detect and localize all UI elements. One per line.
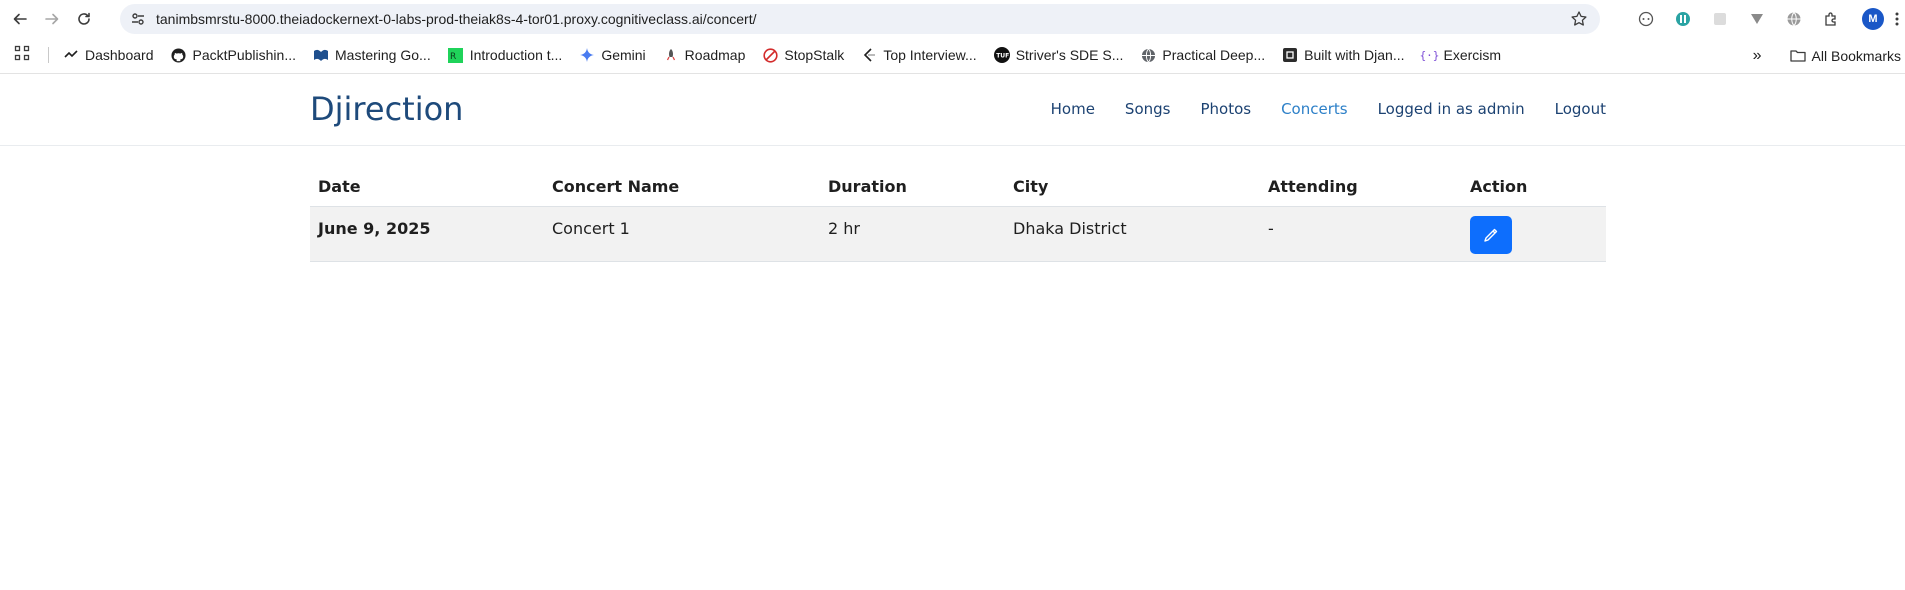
- bookmark-practical-deep[interactable]: Practical Deep...: [1140, 47, 1265, 63]
- bookmark-label: StopStalk: [784, 47, 845, 63]
- column-header-city: City: [1005, 168, 1260, 207]
- bookmarks-divider: [48, 47, 49, 63]
- nav-concerts[interactable]: Concerts: [1281, 100, 1348, 118]
- all-bookmarks-folder[interactable]: All Bookmarks: [1789, 47, 1901, 64]
- forward-arrow-icon[interactable]: [38, 5, 66, 33]
- book-icon: [313, 47, 329, 63]
- profile-avatar[interactable]: M: [1859, 5, 1887, 33]
- column-header-concert-name: Concert Name: [544, 168, 820, 207]
- leetcode-icon: [861, 47, 877, 63]
- all-bookmarks-label: All Bookmarks: [1811, 47, 1901, 64]
- bookmarks-bar: Dashboard PacktPublishin... Mastering Go…: [0, 37, 1905, 74]
- url-host: tanimbsmrstu-8000.theiadockernext-0-labs…: [156, 11, 703, 27]
- browser-toolbar: tanimbsmrstu-8000.theiadockernext-0-labs…: [0, 0, 1905, 37]
- bookmark-label: Gemini: [601, 47, 646, 63]
- concert-attending: -: [1260, 206, 1462, 262]
- extensions-puzzle-icon[interactable]: [1817, 5, 1845, 33]
- site-header: Djirection Home Songs Photos Concerts Lo…: [0, 74, 1905, 146]
- globe-icon: [1140, 47, 1156, 63]
- concerts-table-container: Date Concert Name Duration City Attendin…: [310, 168, 1606, 262]
- bookmark-star-icon[interactable]: [1570, 10, 1588, 28]
- browser-menu-icon[interactable]: [1889, 5, 1905, 33]
- url-path: /concert/: [702, 11, 757, 27]
- concert-duration: 2 hr: [820, 206, 1005, 262]
- bookmark-label: Top Interview...: [883, 47, 977, 63]
- bookmark-label: PacktPublishin...: [192, 47, 297, 63]
- site-info-icon[interactable]: [124, 5, 152, 33]
- github-icon: [171, 47, 187, 63]
- gemini-icon: [579, 47, 595, 63]
- reload-icon[interactable]: [70, 5, 98, 33]
- bookmark-exercism[interactable]: {·} Exercism: [1419, 47, 1502, 63]
- column-header-duration: Duration: [820, 168, 1005, 207]
- bookmark-label: Exercism: [1443, 47, 1502, 63]
- bookmark-top-interview[interactable]: Top Interview...: [861, 47, 977, 63]
- rocket-icon: [663, 47, 679, 63]
- bookmark-stopstalk[interactable]: StopStalk: [762, 47, 844, 63]
- bookmark-striver[interactable]: TUF Striver's SDE S...: [993, 47, 1124, 63]
- bookmarks-right: » All Bookmarks: [1753, 37, 1905, 74]
- folder-icon: [1789, 49, 1806, 63]
- avatar-letter: M: [1862, 8, 1884, 30]
- column-header-action: Action: [1462, 168, 1606, 207]
- bookmark-mastering-go[interactable]: Mastering Go...: [313, 47, 431, 63]
- back-arrow-icon[interactable]: [6, 5, 34, 33]
- concert-name: Concert 1: [544, 206, 820, 262]
- column-header-date: Date: [310, 168, 544, 207]
- concert-action-cell: [1462, 206, 1606, 262]
- nav-home[interactable]: Home: [1051, 100, 1095, 118]
- extensions-area: M: [1623, 5, 1905, 33]
- dashboard-icon: [63, 47, 79, 63]
- extension-v-icon[interactable]: [1743, 5, 1771, 33]
- tuf-icon: TUF: [993, 47, 1010, 63]
- address-bar[interactable]: tanimbsmrstu-8000.theiadockernext-0-labs…: [120, 4, 1600, 34]
- extension-teal-icon[interactable]: [1669, 5, 1697, 33]
- extension-dots-icon[interactable]: [1632, 5, 1660, 33]
- bookmark-built-with-django[interactable]: Built with Djan...: [1282, 47, 1405, 63]
- extension-globe-icon[interactable]: [1780, 5, 1808, 33]
- bookmark-label: Introduction t...: [469, 47, 563, 63]
- concerts-table: Date Concert Name Duration City Attendin…: [310, 168, 1606, 262]
- svg-text:R: R: [450, 52, 456, 62]
- bookmark-introduction[interactable]: R Introduction t...: [448, 47, 563, 63]
- bookmark-label: Roadmap: [684, 47, 746, 63]
- bookmark-gemini[interactable]: Gemini: [579, 47, 646, 63]
- bookmark-packt[interactable]: PacktPublishin...: [171, 47, 297, 63]
- main-menu: Home Songs Photos Concerts Logged in as …: [1021, 100, 1606, 118]
- nav-logout[interactable]: Logout: [1555, 100, 1606, 118]
- bookmark-dashboard[interactable]: Dashboard: [63, 47, 154, 63]
- bookmark-roadmap[interactable]: Roadmap: [663, 47, 746, 63]
- edit-concert-button[interactable]: [1470, 215, 1512, 254]
- bookmark-label: Mastering Go...: [335, 47, 431, 63]
- site-brand[interactable]: Djirection: [310, 90, 463, 128]
- pencil-icon: [1484, 228, 1498, 242]
- apps-grid-icon[interactable]: [14, 45, 34, 66]
- bookmark-label: Practical Deep...: [1162, 47, 1266, 63]
- bookmark-label: Dashboard: [85, 47, 154, 63]
- bookmark-label: Striver's SDE S...: [1015, 47, 1124, 63]
- svg-text:TUF: TUF: [996, 53, 1009, 60]
- stopstalk-icon: [762, 47, 778, 63]
- url-text: tanimbsmrstu-8000.theiadockernext-0-labs…: [156, 11, 756, 27]
- concert-date: June 9, 2025: [310, 206, 544, 262]
- extension-square-icon[interactable]: [1706, 5, 1734, 33]
- more-bookmarks-chevron-icon[interactable]: »: [1753, 47, 1762, 65]
- bookmark-label: Built with Djan...: [1304, 47, 1405, 63]
- concert-city: Dhaka District: [1005, 206, 1260, 262]
- column-header-attending: Attending: [1260, 168, 1462, 207]
- nav-songs[interactable]: Songs: [1125, 100, 1171, 118]
- nav-logged-in-user[interactable]: Logged in as admin: [1378, 100, 1525, 118]
- nav-photos[interactable]: Photos: [1200, 100, 1251, 118]
- table-row: June 9, 2025 Concert 1 2 hr Dhaka Distri…: [310, 206, 1606, 262]
- rc-icon: R: [448, 47, 464, 63]
- table-header-row: Date Concert Name Duration City Attendin…: [310, 168, 1606, 207]
- django-icon: [1282, 47, 1298, 63]
- exercism-icon: {·}: [1419, 48, 1440, 62]
